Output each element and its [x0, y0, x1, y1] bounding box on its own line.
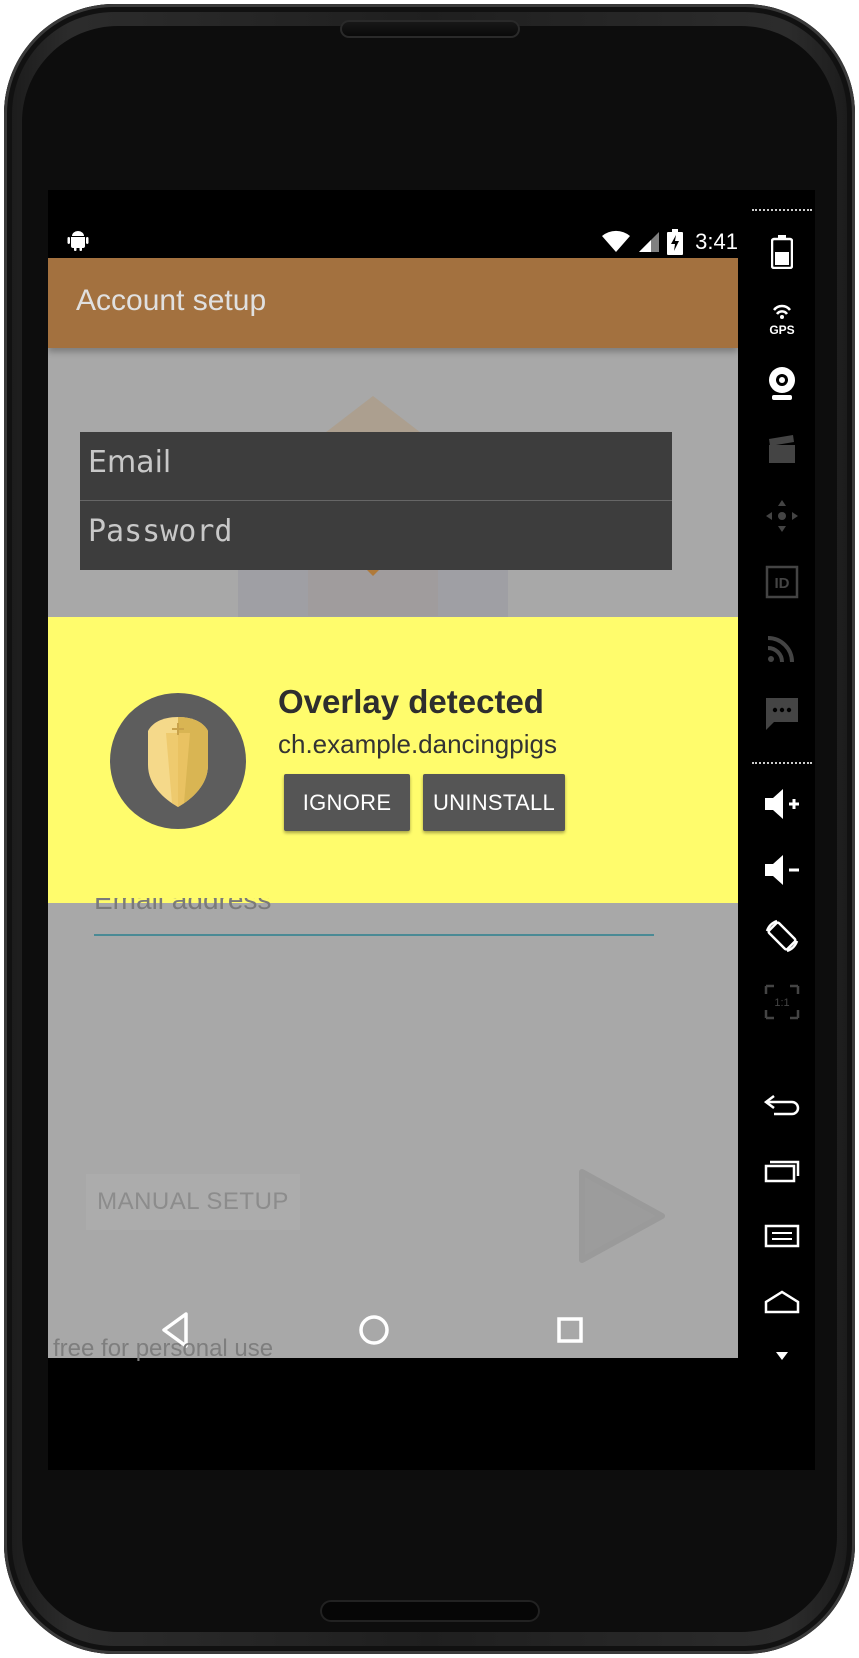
app-bar: Account setup: [48, 258, 738, 348]
sms-icon[interactable]: [762, 694, 802, 734]
ignore-button[interactable]: IGNORE: [284, 774, 410, 831]
gps-label: GPS: [769, 323, 794, 337]
android-icon: [67, 231, 89, 251]
sidebar-divider: [752, 762, 812, 764]
home-icon[interactable]: [762, 1282, 802, 1322]
overlay-email-field[interactable]: Email: [80, 432, 672, 501]
overlay-package-name: ch.example.dancingpigs: [278, 729, 557, 759]
page-title: Account setup: [76, 284, 267, 317]
device-screen: 3:41 Account setup Email Password Overla…: [48, 190, 815, 1470]
fake-credential-overlay: Email Password: [80, 432, 672, 570]
manual-setup-button[interactable]: MANUAL SETUP: [86, 1174, 300, 1230]
rotate-icon[interactable]: [762, 916, 802, 956]
dpad-icon[interactable]: [762, 496, 802, 536]
camera-icon[interactable]: [762, 364, 802, 404]
volume-down-icon[interactable]: [762, 850, 802, 890]
email-address-placeholder: Email address: [94, 898, 272, 915]
app-window: Account setup Email Password Overlay det…: [48, 258, 738, 1358]
menu-icon[interactable]: [762, 1216, 802, 1256]
next-arrow-icon[interactable]: [576, 1168, 666, 1264]
wifi-icon: [602, 230, 631, 252]
video-icon[interactable]: [762, 430, 802, 470]
back-icon[interactable]: [762, 1084, 802, 1124]
overlay-email-placeholder: Email: [88, 445, 172, 480]
battery-icon[interactable]: [762, 232, 802, 272]
id-icon[interactable]: ID: [762, 562, 802, 602]
shield-icon: [148, 717, 208, 807]
scale-icon[interactable]: 1:1: [762, 982, 802, 1022]
emulator-sidebar: GPS ID 1:1: [748, 204, 815, 1404]
recents-icon[interactable]: [762, 1150, 802, 1190]
bottom-speaker: [320, 1600, 540, 1622]
shield-badge: [110, 693, 246, 829]
top-speaker: [340, 20, 520, 38]
overlay-title: Overlay detected: [278, 683, 544, 720]
gps-icon[interactable]: GPS: [762, 298, 802, 338]
email-address-input[interactable]: Email address: [94, 898, 654, 936]
overlay-password-placeholder: Password: [88, 514, 233, 549]
id-label: ID: [775, 575, 790, 592]
watermark: free for personal use: [53, 1335, 274, 1362]
sidebar-divider: [752, 209, 812, 211]
scale-label: 1:1: [774, 997, 789, 1009]
rss-icon[interactable]: [762, 628, 802, 668]
overlay-warning-banner: Overlay detected ch.example.dancingpigs …: [48, 617, 738, 903]
uninstall-button[interactable]: UNINSTALL: [423, 774, 565, 831]
volume-up-icon[interactable]: [762, 784, 802, 824]
status-time: 3:41: [695, 229, 738, 254]
recents-icon[interactable]: [550, 1310, 590, 1350]
signal-icon: [639, 232, 660, 252]
more-icon[interactable]: [762, 1336, 802, 1376]
battery-charging-icon: [667, 229, 684, 255]
home-icon[interactable]: [354, 1310, 394, 1350]
overlay-password-field[interactable]: Password: [80, 501, 672, 569]
